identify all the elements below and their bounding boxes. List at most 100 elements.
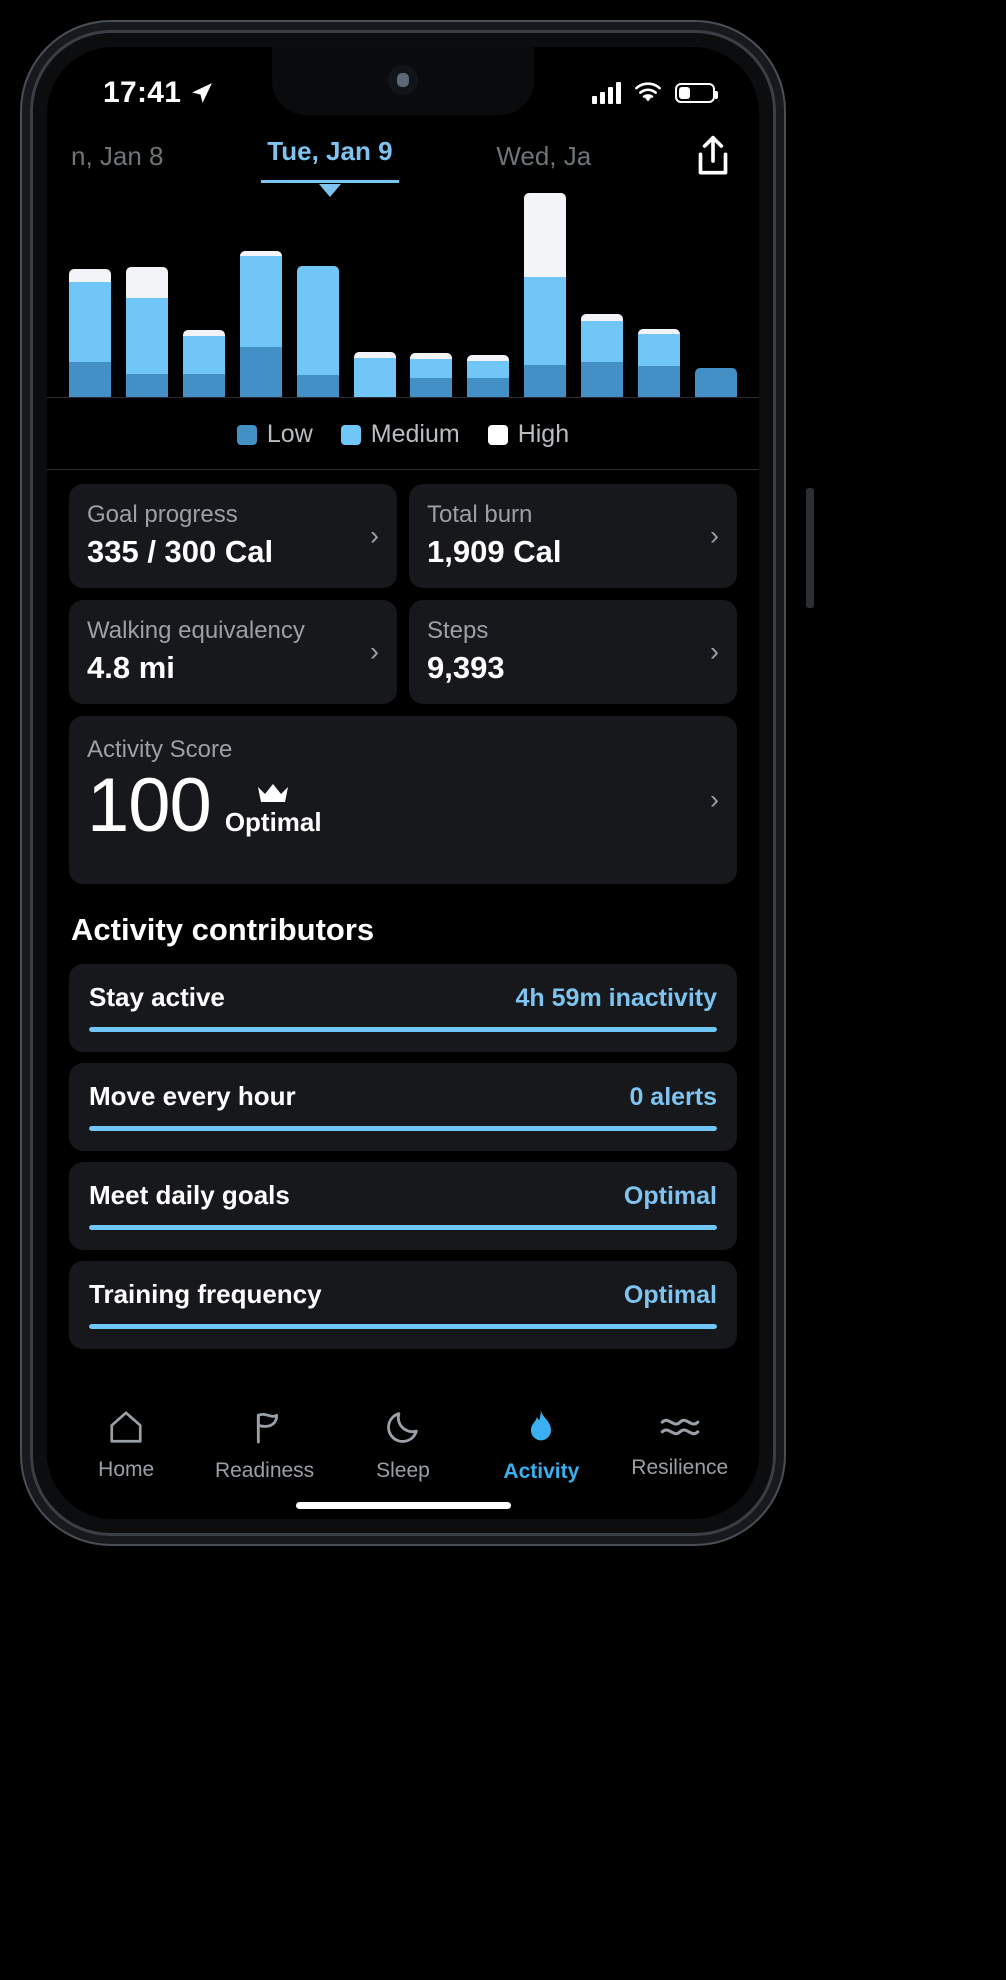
chart-bar-segment bbox=[125, 373, 168, 397]
contributor-header: Move every hour 0 alerts bbox=[89, 1081, 717, 1112]
metric-card-walking-equivalency[interactable]: Walking equivalency 4.8 mi › bbox=[69, 600, 397, 704]
date-tab-underline bbox=[261, 179, 399, 183]
chart-bar[interactable] bbox=[410, 353, 453, 397]
bottom-tab-bar: Home Readiness Sleep Activity Resilience bbox=[47, 1394, 759, 1502]
chart-bar[interactable] bbox=[69, 268, 111, 397]
crown-icon bbox=[258, 784, 289, 803]
date-tab-caret-icon bbox=[318, 183, 341, 197]
tab-label: Sleep bbox=[376, 1459, 430, 1482]
activity-score-card[interactable]: Activity Score 100 Optimal › bbox=[69, 716, 737, 884]
chart-bar[interactable] bbox=[239, 251, 282, 397]
chart-bar[interactable] bbox=[638, 328, 681, 397]
metric-value: 9,393 bbox=[427, 650, 505, 685]
chart-bar-segment bbox=[410, 359, 453, 379]
legend-item: Medium bbox=[340, 420, 460, 449]
metric-label: Walking equivalency bbox=[87, 617, 305, 644]
contributor-value: 0 alerts bbox=[629, 1083, 717, 1111]
metric-card-goal-progress[interactable]: Goal progress 335 / 300 Cal › bbox=[69, 484, 397, 588]
tab-label: Readiness bbox=[214, 1459, 315, 1482]
activity-score-value: 100 bbox=[87, 763, 212, 848]
contributor-progress-track bbox=[89, 1225, 717, 1230]
date-tab-next-label: Wed, Ja bbox=[496, 140, 592, 171]
date-tab-bar: n, Jan 8 Tue, Jan 9 Wed, Ja bbox=[47, 125, 759, 197]
activity-chart-legend: Low Medium High bbox=[47, 398, 759, 470]
contributor-row[interactable]: Training frequency Optimal bbox=[69, 1261, 737, 1349]
contributor-progress-track bbox=[89, 1324, 717, 1329]
chevron-right-icon: › bbox=[370, 520, 379, 551]
chart-bar-segment bbox=[638, 334, 681, 367]
legend-item: High bbox=[487, 420, 569, 449]
contributor-row[interactable]: Stay active 4h 59m inactivity bbox=[69, 964, 737, 1052]
tab-label: Activity bbox=[503, 1460, 580, 1483]
date-tab-current[interactable]: Tue, Jan 9 bbox=[261, 136, 399, 197]
chart-bar-segment bbox=[694, 367, 737, 397]
chart-bar-segment bbox=[69, 362, 111, 397]
contributor-progress-track bbox=[89, 1126, 717, 1131]
chart-bar[interactable] bbox=[524, 192, 567, 397]
contributor-header: Training frequency Optimal bbox=[89, 1279, 717, 1310]
chart-bar-segment bbox=[296, 375, 339, 397]
chart-bar[interactable] bbox=[125, 267, 168, 397]
waves-icon bbox=[659, 1410, 701, 1449]
contributor-progress-fill bbox=[89, 1126, 717, 1131]
activity-score-label: Activity Score bbox=[87, 736, 233, 763]
chart-bar-segment bbox=[638, 366, 681, 397]
chart-bar-segment bbox=[581, 362, 624, 397]
contributor-value: 4h 59m inactivity bbox=[515, 984, 717, 1012]
contributor-name: Move every hour bbox=[89, 1081, 296, 1111]
home-indicator[interactable] bbox=[295, 1502, 511, 1509]
tab-resilience[interactable]: Resilience bbox=[620, 1410, 740, 1480]
phone-frame: 17:41 n, Jan 8 Tue, Jan 9 Wed, Ja Low Me… bbox=[33, 33, 814, 1533]
activity-score-badge: Optimal bbox=[225, 781, 322, 842]
metric-card-steps[interactable]: Steps 9,393 › bbox=[409, 600, 737, 704]
status-bar-clock: 17:41 bbox=[103, 76, 182, 109]
share-button[interactable] bbox=[689, 132, 737, 180]
activity-screen: n, Jan 8 Tue, Jan 9 Wed, Ja Low Medium H… bbox=[47, 125, 759, 1519]
contributor-value: Optimal bbox=[623, 1182, 717, 1210]
contributor-row[interactable]: Move every hour 0 alerts bbox=[69, 1063, 737, 1151]
metric-card-row: Walking equivalency 4.8 mi › Steps 9,393… bbox=[69, 600, 737, 704]
power-button[interactable] bbox=[806, 488, 814, 608]
contributor-header: Meet daily goals Optimal bbox=[89, 1180, 717, 1211]
chart-bar-segment bbox=[353, 357, 396, 397]
tab-activity[interactable]: Activity bbox=[481, 1406, 601, 1484]
chart-bar-segment bbox=[524, 192, 567, 278]
metric-label: Steps bbox=[427, 617, 489, 644]
date-tab-next[interactable]: Wed, Ja bbox=[490, 141, 597, 172]
chart-bar[interactable] bbox=[182, 329, 225, 397]
metric-cards: Goal progress 335 / 300 Cal › Total burn… bbox=[47, 470, 759, 884]
flame-icon bbox=[521, 1406, 561, 1453]
date-tab-prev[interactable]: n, Jan 8 bbox=[65, 141, 170, 172]
activity-score-state: Optimal bbox=[224, 807, 322, 838]
chart-bar-segment bbox=[296, 265, 339, 376]
metric-value: 4.8 mi bbox=[87, 650, 175, 685]
contributor-progress-fill bbox=[89, 1324, 717, 1329]
metric-card-total-burn[interactable]: Total burn 1,909 Cal › bbox=[409, 484, 737, 588]
legend-swatch bbox=[340, 424, 361, 445]
tab-label: Home bbox=[98, 1458, 155, 1481]
chart-bar-segment bbox=[581, 313, 624, 322]
chart-bar[interactable] bbox=[353, 351, 396, 397]
chevron-right-icon: › bbox=[710, 636, 719, 667]
contributor-name: Training frequency bbox=[89, 1279, 322, 1309]
tab-sleep[interactable]: Sleep bbox=[343, 1407, 463, 1483]
contributor-row[interactable]: Meet daily goals Optimal bbox=[69, 1162, 737, 1250]
chevron-right-icon: › bbox=[710, 784, 719, 815]
tab-readiness[interactable]: Readiness bbox=[205, 1407, 325, 1483]
chart-bar-segment bbox=[524, 364, 567, 397]
tab-home[interactable]: Home bbox=[66, 1408, 186, 1482]
chart-bar[interactable] bbox=[581, 313, 624, 397]
chart-bar[interactable] bbox=[296, 265, 339, 397]
activity-score-row: 100 Optimal bbox=[87, 763, 719, 848]
legend-label: Medium bbox=[370, 420, 460, 448]
activity-chart[interactable]: Low Medium High bbox=[47, 187, 759, 470]
legend-swatch bbox=[487, 424, 508, 445]
legend-label: Low bbox=[266, 420, 313, 448]
chart-bar[interactable] bbox=[467, 354, 510, 397]
chart-bar-segment bbox=[125, 297, 168, 374]
home-icon bbox=[106, 1408, 146, 1451]
chart-bar[interactable] bbox=[694, 367, 737, 397]
chart-bar-segment bbox=[125, 267, 168, 298]
metric-value: 335 / 300 Cal bbox=[87, 534, 274, 569]
contributor-progress-fill bbox=[89, 1225, 717, 1230]
